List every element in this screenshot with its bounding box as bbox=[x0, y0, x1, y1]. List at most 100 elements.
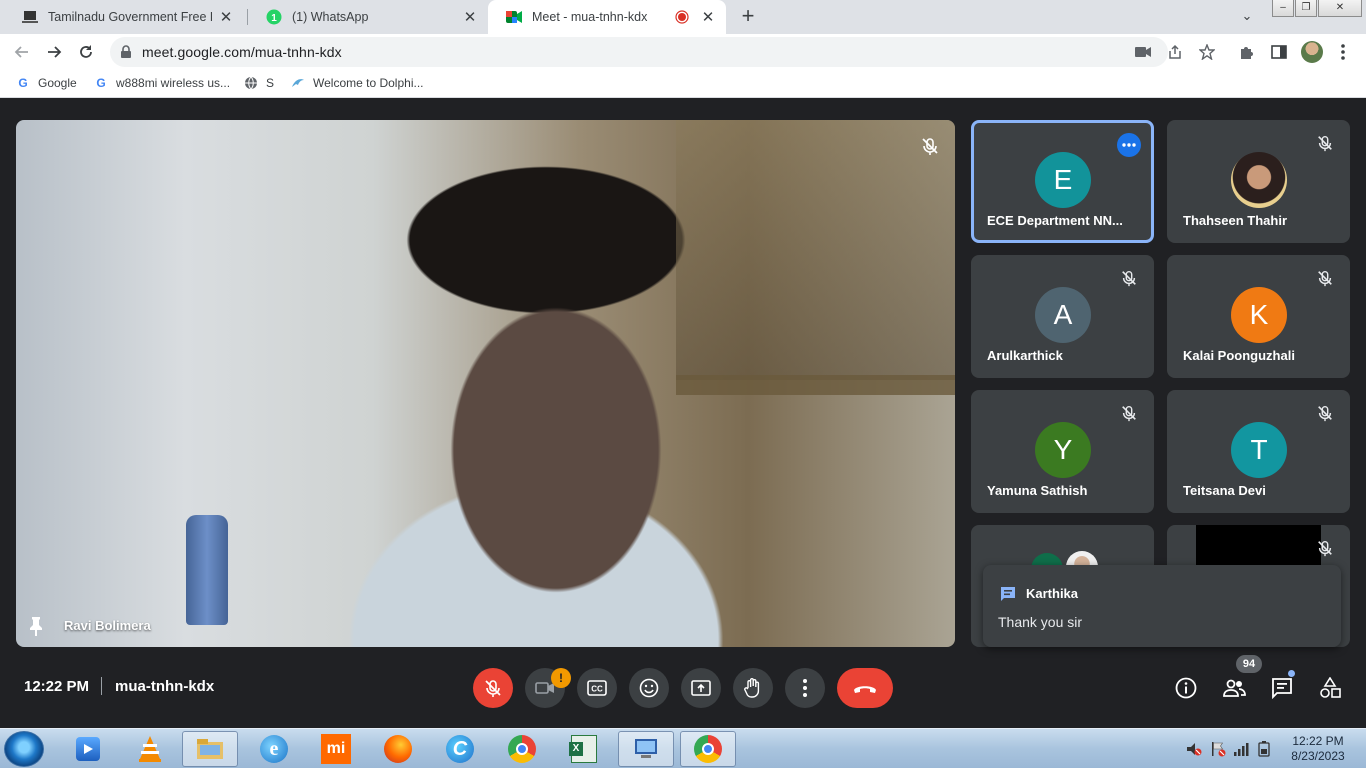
chevron-down-icon[interactable]: ⌄ bbox=[1238, 8, 1256, 26]
remote-desktop-icon[interactable] bbox=[618, 731, 674, 767]
tab-tamilnadu[interactable]: Tamilnadu Government Free Lapt ✕ bbox=[4, 0, 244, 34]
activities-icon bbox=[1320, 677, 1341, 698]
mic-toggle-button[interactable] bbox=[473, 668, 513, 708]
restore-button[interactable]: ❐ bbox=[1295, 0, 1317, 17]
star-icon[interactable] bbox=[1199, 44, 1215, 60]
url-text: meet.google.com/mua-tnhn-kdx bbox=[142, 44, 342, 60]
bookmark-label: Welcome to Dolphi... bbox=[313, 76, 424, 90]
participant-tile[interactable]: Thahseen Thahir bbox=[1167, 120, 1350, 243]
activities-button[interactable] bbox=[1318, 676, 1342, 700]
dolphin-icon bbox=[291, 76, 305, 90]
pin-icon[interactable] bbox=[28, 616, 44, 636]
globe-icon bbox=[244, 76, 258, 90]
more-options-icon[interactable] bbox=[1117, 133, 1141, 157]
mic-off-icon bbox=[1316, 404, 1334, 422]
divider bbox=[101, 677, 102, 695]
internet-explorer-icon[interactable]: e bbox=[246, 731, 302, 767]
back-button[interactable] bbox=[12, 42, 32, 62]
leave-call-button[interactable] bbox=[837, 668, 893, 708]
file-explorer-icon[interactable] bbox=[182, 731, 238, 767]
raise-hand-button[interactable] bbox=[733, 668, 773, 708]
avatar: Y bbox=[1035, 422, 1091, 478]
tab-meet[interactable]: Meet - mua-tnhn-kdx ✕ bbox=[488, 0, 726, 34]
chat-icon bbox=[1272, 678, 1292, 699]
camera-in-use-icon[interactable] bbox=[1135, 44, 1151, 60]
participant-tile[interactable]: E ECE Department NN... bbox=[971, 120, 1154, 243]
chrome-active-icon[interactable] bbox=[680, 731, 736, 767]
mic-off-icon bbox=[1120, 269, 1138, 287]
chat-button[interactable] bbox=[1270, 676, 1294, 700]
start-button[interactable] bbox=[4, 731, 44, 767]
google-icon: G bbox=[96, 76, 106, 90]
mic-off-icon bbox=[1120, 404, 1138, 422]
media-player-icon[interactable] bbox=[60, 731, 116, 767]
bookmark-s[interactable]: S bbox=[244, 76, 274, 90]
chat-notification[interactable]: Karthika Thank you sir bbox=[983, 565, 1341, 647]
extensions-icon[interactable] bbox=[1238, 43, 1256, 61]
ccleaner-icon[interactable]: C bbox=[432, 731, 488, 767]
background-shelf-edge bbox=[676, 375, 955, 395]
chat-sender: Karthika bbox=[1026, 586, 1079, 601]
participant-name: Thahseen Thahir bbox=[1183, 213, 1288, 228]
participant-tile[interactable]: A Arulkarthick bbox=[971, 255, 1154, 378]
profile-avatar[interactable] bbox=[1301, 41, 1323, 63]
share-icon[interactable] bbox=[1167, 44, 1183, 60]
emoji-icon bbox=[639, 678, 659, 698]
tab-title: Meet - mua-tnhn-kdx bbox=[532, 10, 648, 24]
participant-tile[interactable]: Y Yamuna Sathish bbox=[971, 390, 1154, 513]
close-icon[interactable]: ✕ bbox=[462, 9, 478, 26]
chrome-icon[interactable] bbox=[494, 731, 550, 767]
people-button[interactable] bbox=[1222, 676, 1246, 700]
system-clock[interactable]: 12:22 PM 8/23/2023 bbox=[1278, 734, 1358, 764]
captions-icon: CC bbox=[587, 680, 607, 696]
mic-off-icon bbox=[920, 136, 940, 156]
participant-tile[interactable]: T Teitsana Devi bbox=[1167, 390, 1350, 513]
recording-icon bbox=[674, 9, 690, 25]
tab-whatsapp[interactable]: 1 (1) WhatsApp ✕ bbox=[248, 0, 488, 34]
captions-button[interactable]: CC bbox=[577, 668, 617, 708]
mi-icon[interactable]: mi bbox=[308, 731, 364, 767]
bookmark-google[interactable]: G Google bbox=[16, 76, 76, 90]
lock-icon[interactable] bbox=[120, 45, 132, 64]
close-icon[interactable]: ✕ bbox=[700, 9, 716, 26]
windows-taskbar: e mi C X 12:22 PM 8/23/2023 bbox=[0, 728, 1366, 768]
browser-toolbar: meet.google.com/mua-tnhn-kdx bbox=[0, 34, 1366, 70]
minimize-button[interactable]: – bbox=[1272, 0, 1294, 17]
mic-off-icon bbox=[1316, 269, 1334, 287]
forward-button[interactable] bbox=[44, 42, 64, 62]
flag-alert-icon[interactable] bbox=[1210, 741, 1226, 757]
avatar: K bbox=[1231, 287, 1287, 343]
avatar: T bbox=[1231, 422, 1287, 478]
participant-name: ECE Department NN... bbox=[987, 213, 1123, 228]
side-panel-icon[interactable] bbox=[1270, 43, 1288, 61]
bookmark-dolphin[interactable]: Welcome to Dolphi... bbox=[291, 76, 424, 90]
close-window-button[interactable]: ✕ bbox=[1318, 0, 1362, 17]
present-button[interactable] bbox=[681, 668, 721, 708]
reactions-button[interactable] bbox=[629, 668, 669, 708]
mic-off-icon bbox=[485, 680, 501, 697]
menu-icon[interactable] bbox=[1334, 43, 1352, 61]
volume-muted-icon[interactable] bbox=[1186, 741, 1202, 757]
more-options-button[interactable] bbox=[785, 668, 825, 708]
people-icon bbox=[1223, 679, 1246, 697]
meeting-details-button[interactable] bbox=[1174, 676, 1198, 700]
tab-strip: Tamilnadu Government Free Lapt ✕ 1 (1) W… bbox=[0, 0, 1366, 34]
meet-stage: Ravi Bolimera E ECE Department NN... Tha… bbox=[0, 103, 1366, 728]
firefox-icon[interactable] bbox=[370, 731, 426, 767]
bookmark-w888mi[interactable]: G w888mi wireless us... bbox=[94, 76, 230, 90]
close-icon[interactable]: ✕ bbox=[218, 9, 234, 26]
background-shelf bbox=[676, 120, 955, 380]
new-tab-button[interactable]: + bbox=[737, 5, 759, 27]
vlc-icon[interactable] bbox=[122, 731, 178, 767]
signal-icon[interactable] bbox=[1233, 741, 1249, 757]
address-bar[interactable]: meet.google.com/mua-tnhn-kdx bbox=[110, 37, 1215, 67]
participant-tile[interactable]: K Kalai Poonguzhali bbox=[1167, 255, 1350, 378]
google-icon: G bbox=[18, 76, 28, 90]
avatar: A bbox=[1035, 287, 1091, 343]
excel-icon[interactable]: X bbox=[556, 731, 612, 767]
bookmarks-bar: G Google G w888mi wireless us... S Welco… bbox=[0, 70, 1366, 98]
meeting-time: 12:22 PM bbox=[24, 678, 90, 695]
main-video-tile[interactable]: Ravi Bolimera bbox=[16, 120, 955, 647]
battery-icon[interactable] bbox=[1256, 741, 1272, 757]
reload-button[interactable] bbox=[76, 42, 96, 62]
